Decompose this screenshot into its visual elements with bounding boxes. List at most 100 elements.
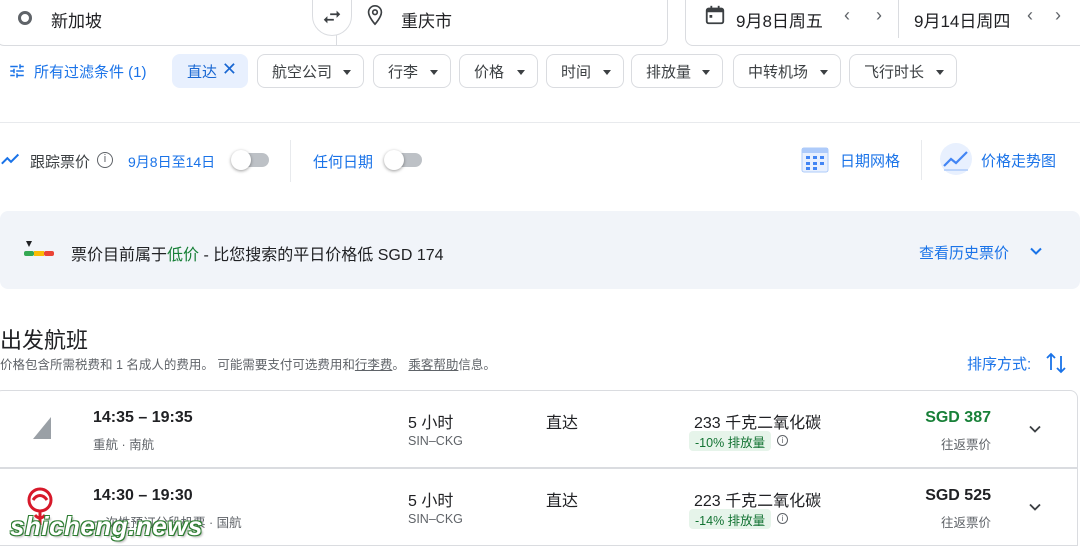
chip-bags[interactable]: 行李 bbox=[373, 54, 451, 88]
sort-label: 排序方式: bbox=[967, 356, 1032, 373]
chip-times[interactable]: 时间 bbox=[546, 54, 624, 88]
depart-prev-icon[interactable]: ‹ bbox=[844, 5, 850, 26]
swap-icon bbox=[323, 10, 341, 24]
price-type: 往返票价 bbox=[940, 438, 991, 452]
price-graph-button[interactable]: 价格走势图 bbox=[939, 142, 1064, 178]
calendar-icon bbox=[705, 5, 725, 25]
chevron-down-icon bbox=[820, 70, 828, 75]
depart-next-icon[interactable]: › bbox=[876, 5, 882, 26]
chevron-down-icon bbox=[702, 70, 710, 75]
departing-flights-title: 出发航班 bbox=[0, 328, 89, 353]
info-icon[interactable]: i bbox=[777, 513, 788, 524]
date-field[interactable]: 9月8日周五 ‹ › 9月14日周四 ‹ › bbox=[685, 0, 1080, 46]
date-grid-button[interactable]: 日期网格 bbox=[800, 142, 910, 178]
divider bbox=[0, 122, 1080, 123]
price-graph-icon bbox=[940, 143, 972, 175]
sort-icon bbox=[1046, 352, 1066, 374]
subtitle-suffix: 信息。 bbox=[458, 358, 496, 372]
price-insight-text: 票价目前属于低价 - 比您搜索的平日价格低 SGD 174 bbox=[71, 241, 444, 265]
track-date-range: 9月8日至14日 bbox=[128, 154, 216, 170]
flight-duration: 5 小时 bbox=[408, 415, 454, 432]
date-grid-label: 日期网格 bbox=[840, 153, 901, 170]
watermark: shicheng.news bbox=[10, 511, 203, 541]
close-icon[interactable]: ✕ bbox=[222, 59, 237, 80]
vertical-divider bbox=[290, 140, 291, 182]
flight-co2: 233 千克二氧化碳 bbox=[694, 415, 822, 432]
price-level-low: 低价 bbox=[167, 247, 200, 264]
chip-label: 排放量 bbox=[646, 63, 692, 81]
price-level-icon bbox=[24, 241, 54, 256]
sort-button[interactable]: 排序方式: bbox=[967, 351, 1071, 375]
view-price-history-link[interactable]: 查看历史票价 bbox=[919, 242, 1009, 263]
any-dates-label: 任何日期 bbox=[313, 154, 374, 171]
vertical-divider bbox=[921, 140, 922, 180]
expand-chevron-icon[interactable] bbox=[1025, 497, 1045, 517]
chip-label: 中转机场 bbox=[748, 63, 809, 81]
flight-stops: 直达 bbox=[546, 415, 579, 432]
chip-label: 价格 bbox=[474, 63, 505, 81]
all-filters-button[interactable]: 所有过滤条件 (1) bbox=[8, 54, 147, 88]
chip-connecting-airports[interactable]: 中转机场 bbox=[733, 54, 841, 88]
all-filters-label: 所有过滤条件 (1) bbox=[34, 63, 147, 81]
chip-airlines[interactable]: 航空公司 bbox=[257, 54, 364, 88]
chip-duration[interactable]: 飞行时长 bbox=[849, 54, 957, 88]
flight-price: SGD 525 bbox=[925, 487, 991, 504]
filters-row: 所有过滤条件 (1) 直达 ✕ 航空公司 行李 价格 时间 排放量 中转机场 飞… bbox=[0, 54, 1080, 88]
results-subtitle: 价格包含所需税费和 1 名成人的费用。 可能需要支付可选费用和行李费。 乘客帮助… bbox=[0, 354, 496, 373]
return-date[interactable]: 9月14日周四 bbox=[914, 7, 1010, 32]
insight-suffix: - 比您搜索的平日价格低 SGD 174 bbox=[199, 247, 444, 264]
passenger-help-link[interactable]: 乘客帮助 bbox=[408, 358, 458, 372]
flight-airlines: 重航 · 南航 bbox=[93, 438, 155, 452]
toggle-knob bbox=[231, 150, 251, 170]
track-prices-label: 跟踪票价 bbox=[30, 154, 91, 171]
track-dates-toggle[interactable] bbox=[231, 150, 269, 170]
return-next-icon[interactable]: › bbox=[1055, 5, 1061, 26]
chip-label: 时间 bbox=[561, 63, 592, 81]
airline-logo-icon bbox=[33, 417, 51, 439]
emissions-badge: -10% 排放量 bbox=[689, 431, 772, 451]
chip-label: 航空公司 bbox=[272, 63, 333, 81]
subtitle-mid: 。 bbox=[392, 358, 409, 372]
insight-prefix: 票价目前属于 bbox=[71, 247, 168, 264]
chevron-down-icon[interactable] bbox=[1026, 241, 1046, 261]
flight-duration: 5 小时 bbox=[408, 493, 454, 510]
price-tracking-row: 跟踪票价 i 9月8日至14日 任何日期 日期网格 价格走势图 bbox=[0, 140, 1080, 182]
flight-times: 14:35 – 19:35 bbox=[93, 409, 193, 426]
flight-co2: 223 千克二氧化碳 bbox=[694, 493, 822, 510]
date-divider bbox=[898, 0, 899, 38]
return-prev-icon[interactable]: ‹ bbox=[1027, 5, 1033, 26]
chip-label: 行李 bbox=[388, 63, 419, 81]
origin-value: 新加坡 bbox=[51, 12, 102, 31]
chevron-down-icon bbox=[430, 70, 438, 75]
chevron-down-icon bbox=[517, 70, 525, 75]
info-icon[interactable]: i bbox=[777, 435, 788, 446]
chip-label: 直达 bbox=[187, 63, 218, 81]
chevron-down-icon bbox=[343, 70, 351, 75]
flight-times: 14:30 – 19:30 bbox=[93, 487, 193, 504]
chevron-down-icon bbox=[936, 70, 944, 75]
depart-date[interactable]: 9月8日周五 bbox=[736, 7, 823, 32]
location-pin-icon bbox=[367, 5, 383, 26]
date-grid-icon bbox=[801, 147, 829, 173]
subtitle-prefix: 价格包含所需税费和 1 名成人的费用。 可能需要支付可选费用和 bbox=[0, 358, 355, 372]
price-type: 往返票价 bbox=[940, 516, 991, 530]
any-dates-toggle[interactable] bbox=[384, 150, 422, 170]
emissions-badge: -14% 排放量 bbox=[689, 509, 772, 529]
tune-icon bbox=[10, 64, 24, 78]
trending-icon bbox=[1, 153, 20, 165]
chevron-down-icon bbox=[603, 70, 611, 75]
info-icon[interactable]: i bbox=[97, 152, 113, 168]
flight-stops: 直达 bbox=[546, 493, 579, 510]
origin-field[interactable]: 新加坡 bbox=[0, 0, 338, 46]
price-insight-banner: 票价目前属于低价 - 比您搜索的平日价格低 SGD 174 查看历史票价 bbox=[0, 211, 1080, 289]
baggage-fees-link[interactable]: 行李费 bbox=[355, 358, 393, 372]
expand-chevron-icon[interactable] bbox=[1025, 419, 1045, 439]
price-graph-label: 价格走势图 bbox=[981, 153, 1057, 170]
chip-emissions[interactable]: 排放量 bbox=[631, 54, 723, 88]
chip-nonstop[interactable]: 直达 ✕ bbox=[172, 54, 248, 88]
destination-field[interactable]: 重庆市 bbox=[336, 0, 668, 46]
chip-price[interactable]: 价格 bbox=[459, 54, 538, 88]
chip-label: 飞行时长 bbox=[864, 63, 925, 81]
destination-value: 重庆市 bbox=[401, 12, 452, 31]
flight-card[interactable]: 14:35 – 19:35 重航 · 南航 5 小时 SIN–CKG 直达 23… bbox=[0, 390, 1078, 468]
